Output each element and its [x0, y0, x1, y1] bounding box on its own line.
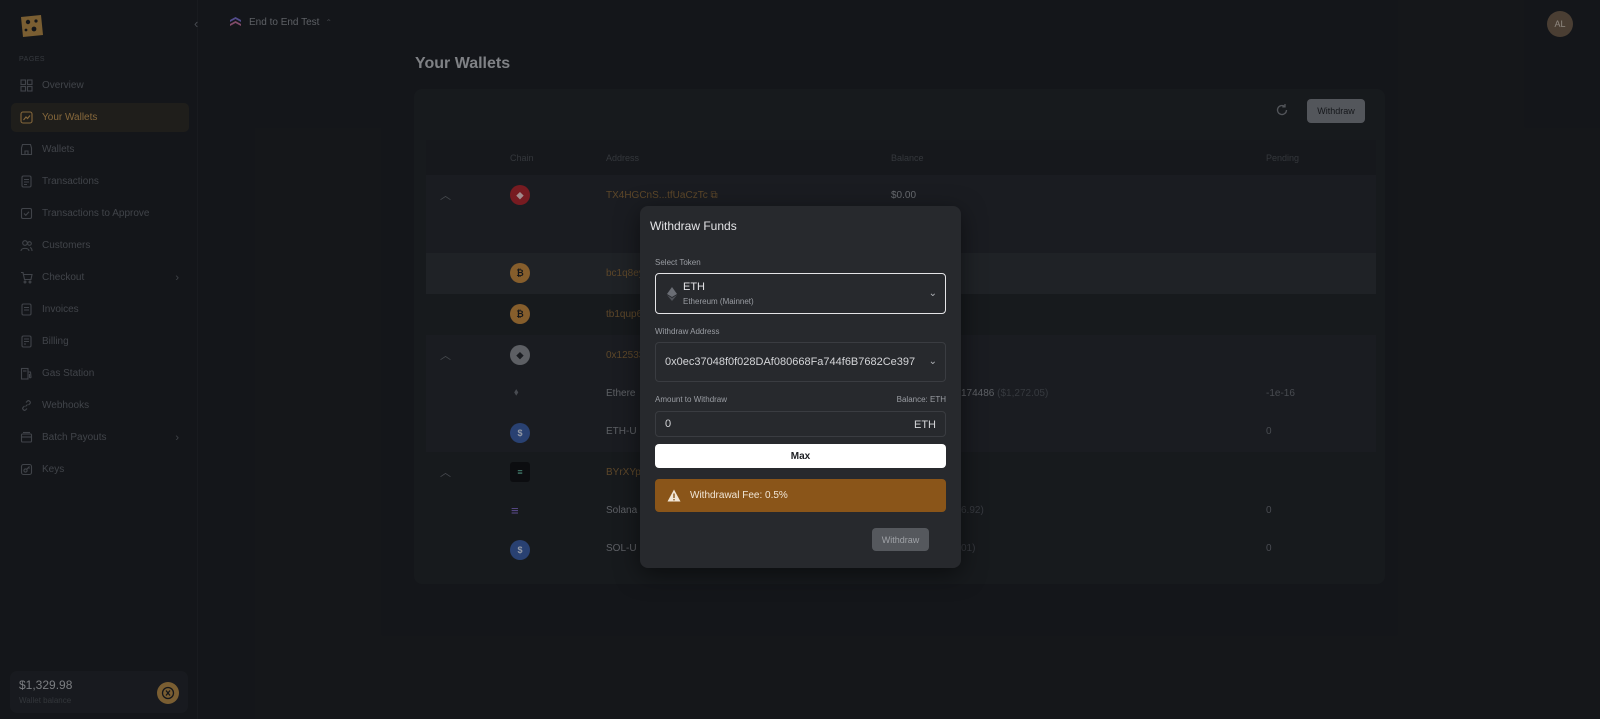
token-select[interactable]: ETH Ethereum (Mainnet) ⌄	[655, 273, 946, 314]
amount-input[interactable]	[665, 418, 885, 430]
modal-withdraw-button[interactable]: Withdraw	[872, 528, 929, 551]
amount-label: Amount to Withdraw	[655, 395, 728, 404]
balance-hint: Balance: ETH	[896, 395, 946, 404]
modal-title: Withdraw Funds	[650, 219, 737, 233]
select-token-label: Select Token	[655, 258, 701, 267]
chevron-down-icon: ⌄	[928, 288, 937, 299]
withdraw-funds-modal: Withdraw Funds Select Token ETH Ethereum…	[640, 206, 961, 568]
amount-unit: ETH	[914, 419, 936, 431]
max-button[interactable]: Max	[655, 444, 946, 468]
withdraw-address-value: 0x0ec37048f0f028DAf080668Fa744f6B7682Ce3…	[665, 356, 916, 368]
ethereum-icon	[666, 287, 678, 301]
withdraw-address-select[interactable]: 0x0ec37048f0f028DAf080668Fa744f6B7682Ce3…	[655, 342, 946, 382]
withdrawal-fee-banner: Withdrawal Fee: 0.5%	[655, 479, 946, 512]
withdraw-address-label: Withdraw Address	[655, 327, 720, 336]
withdrawal-fee-text: Withdrawal Fee: 0.5%	[690, 490, 788, 501]
token-network: Ethereum (Mainnet)	[683, 297, 754, 306]
chevron-down-icon: ⌄	[928, 356, 937, 367]
warning-icon	[667, 489, 681, 502]
amount-field: ETH	[655, 411, 946, 437]
token-symbol: ETH	[683, 281, 705, 293]
